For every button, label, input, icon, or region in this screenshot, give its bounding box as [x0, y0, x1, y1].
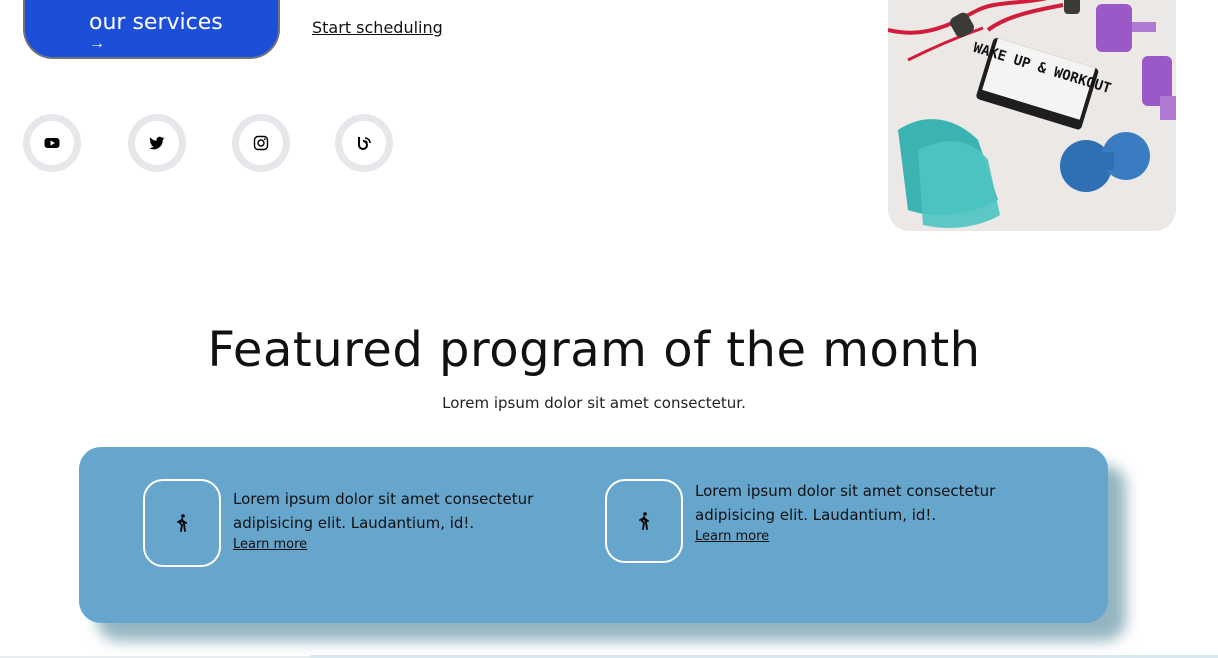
featured-title: Featured program of the month: [207, 322, 981, 378]
learn-more-link[interactable]: Learn more: [695, 529, 769, 544]
blog-icon: [358, 137, 371, 150]
learn-more-link[interactable]: Learn more: [233, 537, 307, 552]
youtube-button[interactable]: [23, 114, 81, 172]
our-services-label: our services: [89, 10, 223, 35]
twitter-icon: [149, 136, 165, 150]
featured-subtitle: Lorem ipsum dolor sit amet consectetur.: [442, 394, 746, 412]
program-icon-box: [143, 479, 221, 567]
program-description: Lorem ipsum dolor sit amet consectetur a…: [695, 482, 996, 524]
twitter-button[interactable]: [128, 114, 186, 172]
arrow-right-icon: →: [89, 35, 105, 52]
our-services-button[interactable]: our services →: [23, 0, 280, 59]
instagram-button[interactable]: [232, 114, 290, 172]
youtube-icon: [44, 138, 60, 148]
start-scheduling-link[interactable]: Start scheduling: [312, 18, 443, 37]
program-description: Lorem ipsum dolor sit amet consectetur a…: [233, 490, 534, 532]
workout-equipment-image: WAKE UP & WORKOUT: [888, 0, 1176, 231]
blog-button[interactable]: [335, 114, 393, 172]
workout-photo-illustration: WAKE UP & WORKOUT: [888, 0, 1176, 231]
instagram-icon: [253, 135, 269, 151]
featured-programs-panel: [79, 447, 1108, 623]
walking-icon: [639, 512, 649, 530]
program-icon-box: [605, 479, 683, 563]
walking-icon: [177, 514, 187, 532]
